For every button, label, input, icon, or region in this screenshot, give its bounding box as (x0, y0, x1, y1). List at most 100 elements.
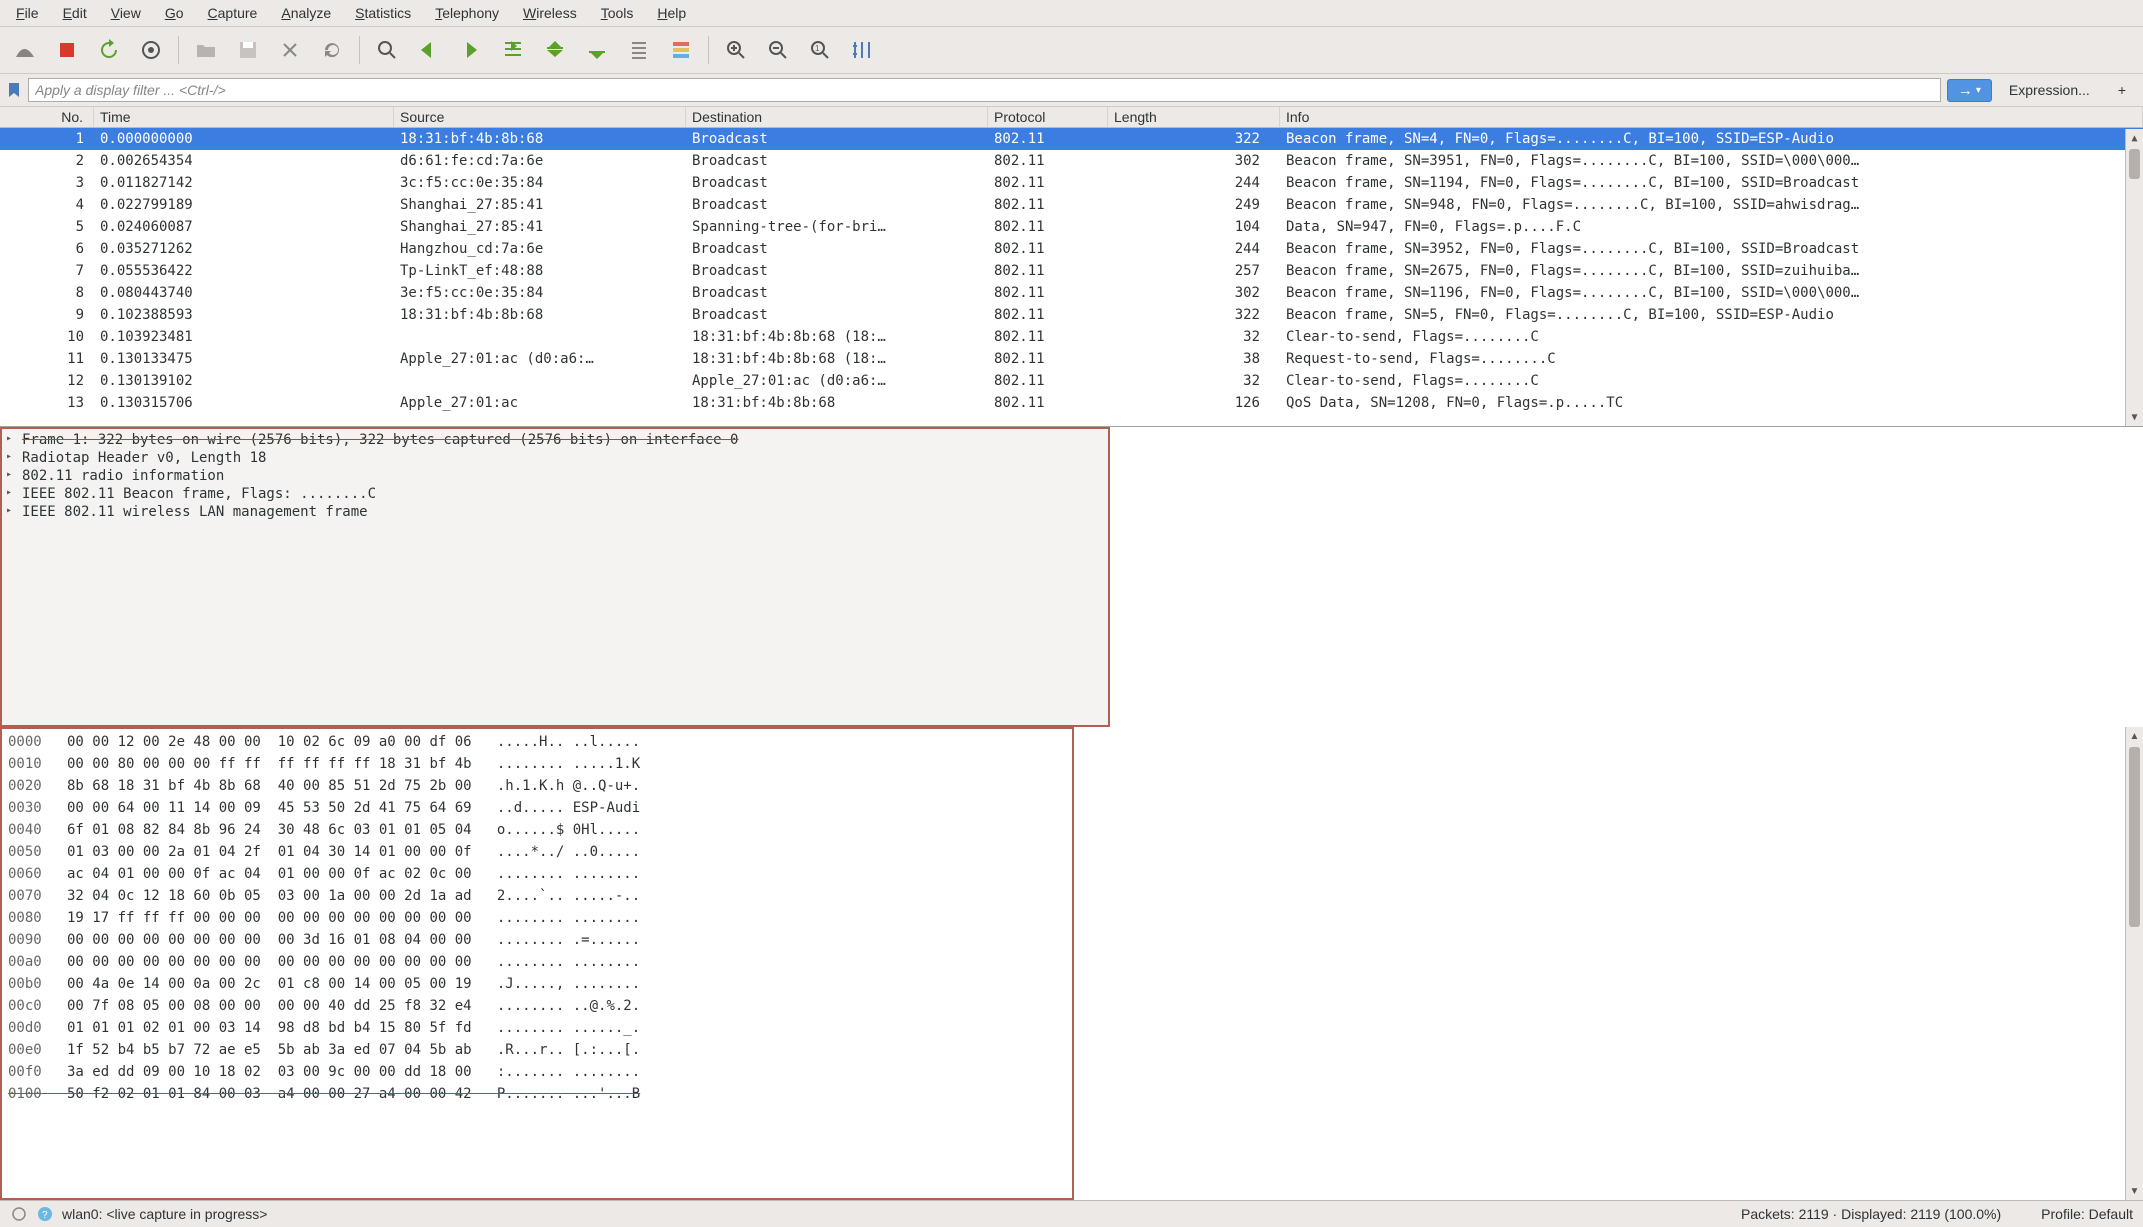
open-file-icon[interactable] (189, 33, 223, 67)
expression-button[interactable]: Expression... (1998, 78, 2101, 102)
options-icon[interactable] (134, 33, 168, 67)
packet-list-body[interactable]: 10.00000000018:31:bf:4b:8b:68Broadcast80… (0, 128, 2143, 414)
packet-details-pane[interactable]: ▸Frame 1: 322 bytes on wire (2576 bits),… (0, 427, 1110, 727)
detail-tree-item[interactable]: ▸IEEE 802.11 wireless LAN management fra… (2, 503, 1108, 521)
shark-fin-icon[interactable] (8, 33, 42, 67)
hex-scrollbar[interactable]: ▲ ▼ (2125, 727, 2143, 1200)
menu-file[interactable]: File (4, 2, 51, 24)
detail-tree-item[interactable]: ▸IEEE 802.11 Beacon frame, Flags: ......… (2, 485, 1108, 503)
hex-row[interactable]: 0010 00 00 80 00 00 00 ff ff ff ff ff ff… (8, 753, 1066, 775)
hex-row[interactable]: 00a0 00 00 00 00 00 00 00 00 00 00 00 00… (8, 951, 1066, 973)
menu-view[interactable]: View (99, 2, 153, 24)
go-forward-icon[interactable] (454, 33, 488, 67)
restart-capture-icon[interactable] (92, 33, 126, 67)
hex-row[interactable]: 0040 6f 01 08 82 84 8b 96 24 30 48 6c 03… (8, 819, 1066, 841)
reload-icon[interactable] (315, 33, 349, 67)
packet-row[interactable]: 130.130315706Apple_27:01:ac18:31:bf:4b:8… (0, 392, 2143, 414)
packet-row[interactable]: 110.130133475Apple_27:01:ac (d0:a6:…18:3… (0, 348, 2143, 370)
packet-list-scrollbar[interactable]: ▲ ▼ (2125, 129, 2143, 426)
find-icon[interactable] (370, 33, 404, 67)
cell-destination: Broadcast (686, 241, 988, 257)
add-filter-button[interactable]: + (2107, 78, 2137, 102)
caret-right-icon[interactable]: ▸ (6, 433, 12, 444)
stop-capture-icon[interactable] (50, 33, 84, 67)
hex-row[interactable]: 0000 00 00 12 00 2e 48 00 00 10 02 6c 09… (8, 731, 1066, 753)
caret-right-icon[interactable]: ▸ (6, 469, 12, 480)
menu-wireless[interactable]: Wireless (511, 2, 589, 24)
menu-analyze[interactable]: Analyze (269, 2, 343, 24)
packet-row[interactable]: 40.022799189Shanghai_27:85:41Broadcast80… (0, 194, 2143, 216)
packet-row[interactable]: 60.035271262Hangzhou_cd:7a:6eBroadcast80… (0, 238, 2143, 260)
hex-row[interactable]: 00f0 3a ed dd 09 00 10 18 02 03 00 9c 00… (8, 1061, 1066, 1083)
menu-go[interactable]: Go (153, 2, 196, 24)
colorize-icon[interactable] (664, 33, 698, 67)
detail-tree-item[interactable]: ▸802.11 radio information (2, 467, 1108, 485)
caret-right-icon[interactable]: ▸ (6, 451, 12, 462)
menu-capture[interactable]: Capture (196, 2, 270, 24)
menu-help[interactable]: Help (645, 2, 698, 24)
bookmark-filter-icon[interactable] (6, 82, 22, 98)
scroll-up-icon[interactable]: ▲ (2126, 129, 2143, 147)
hex-offset: 0030 (8, 800, 42, 816)
go-first-icon[interactable] (538, 33, 572, 67)
hex-row[interactable]: 0080 19 17 ff ff ff 00 00 00 00 00 00 00… (8, 907, 1066, 929)
menu-tools[interactable]: Tools (589, 2, 646, 24)
column-header-no[interactable]: No. (0, 107, 94, 127)
hex-row[interactable]: 0090 00 00 00 00 00 00 00 00 00 3d 16 01… (8, 929, 1066, 951)
apply-filter-button[interactable]: → ▾ (1947, 79, 1992, 102)
zoom-in-icon[interactable] (719, 33, 753, 67)
resize-columns-icon[interactable] (845, 33, 879, 67)
scroll-down-icon[interactable]: ▼ (2126, 1182, 2143, 1200)
packet-row[interactable]: 10.00000000018:31:bf:4b:8b:68Broadcast80… (0, 128, 2143, 150)
packet-row[interactable]: 50.024060087Shanghai_27:85:41Spanning-tr… (0, 216, 2143, 238)
detail-tree-item[interactable]: ▸Radiotap Header v0, Length 18 (2, 449, 1108, 467)
zoom-out-icon[interactable] (761, 33, 795, 67)
scroll-thumb[interactable] (2129, 149, 2140, 179)
packet-bytes-pane[interactable]: 0000 00 00 12 00 2e 48 00 00 10 02 6c 09… (0, 727, 1074, 1200)
auto-scroll-icon[interactable] (622, 33, 656, 67)
hex-row[interactable]: 00c0 00 7f 08 05 00 08 00 00 00 00 40 dd… (8, 995, 1066, 1017)
display-filter-input[interactable] (28, 78, 1941, 102)
go-last-icon[interactable] (580, 33, 614, 67)
hex-row[interactable]: 00e0 1f 52 b4 b5 b7 72 ae e5 5b ab 3a ed… (8, 1039, 1066, 1061)
go-back-icon[interactable] (412, 33, 446, 67)
cell-info: Clear-to-send, Flags=........C (1280, 373, 2143, 389)
hex-row[interactable]: 0070 32 04 0c 12 18 60 0b 05 03 00 1a 00… (8, 885, 1066, 907)
hex-row[interactable]: 0100 50 f2 02 01 01 84 00 03 a4 00 00 27… (8, 1083, 1066, 1105)
go-to-packet-icon[interactable] (496, 33, 530, 67)
packet-row[interactable]: 80.0804437403e:f5:cc:0e:35:84Broadcast80… (0, 282, 2143, 304)
column-header-source[interactable]: Source (394, 107, 686, 127)
cell-source: Shanghai_27:85:41 (394, 197, 686, 213)
menu-edit[interactable]: Edit (51, 2, 99, 24)
menu-statistics[interactable]: Statistics (343, 2, 423, 24)
detail-tree-item[interactable]: ▸Frame 1: 322 bytes on wire (2576 bits),… (2, 431, 1108, 449)
scroll-down-icon[interactable]: ▼ (2126, 408, 2143, 426)
caret-right-icon[interactable]: ▸ (6, 505, 12, 516)
zoom-reset-icon[interactable]: 1 (803, 33, 837, 67)
menu-telephony[interactable]: Telephony (423, 2, 511, 24)
scroll-up-icon[interactable]: ▲ (2126, 727, 2143, 745)
hex-row[interactable]: 0050 01 03 00 00 2a 01 04 2f 01 04 30 14… (8, 841, 1066, 863)
packet-row[interactable]: 20.002654354d6:61:fe:cd:7a:6eBroadcast80… (0, 150, 2143, 172)
column-header-info[interactable]: Info (1280, 107, 2143, 127)
status-profile-label[interactable]: Profile: Default (2041, 1206, 2133, 1222)
packet-row[interactable]: 120.130139102Apple_27:01:ac (d0:a6:…802.… (0, 370, 2143, 392)
packet-row[interactable]: 70.055536422Tp-LinkT_ef:48:88Broadcast80… (0, 260, 2143, 282)
column-header-destination[interactable]: Destination (686, 107, 988, 127)
packet-row[interactable]: 30.0118271423c:f5:cc:0e:35:84Broadcast80… (0, 172, 2143, 194)
hex-row[interactable]: 0060 ac 04 01 00 00 0f ac 04 01 00 00 0f… (8, 863, 1066, 885)
packet-row[interactable]: 100.10392348118:31:bf:4b:8b:68 (18:…802.… (0, 326, 2143, 348)
column-header-length[interactable]: Length (1108, 107, 1280, 127)
column-header-protocol[interactable]: Protocol (988, 107, 1108, 127)
hex-row[interactable]: 0020 8b 68 18 31 bf 4b 8b 68 40 00 85 51… (8, 775, 1066, 797)
column-header-time[interactable]: Time (94, 107, 394, 127)
caret-right-icon[interactable]: ▸ (6, 487, 12, 498)
scroll-thumb[interactable] (2129, 747, 2140, 927)
save-file-icon[interactable] (231, 33, 265, 67)
packet-row[interactable]: 90.10238859318:31:bf:4b:8b:68Broadcast80… (0, 304, 2143, 326)
expert-info-icon[interactable]: ? (36, 1205, 54, 1223)
close-file-icon[interactable] (273, 33, 307, 67)
hex-row[interactable]: 00d0 01 01 01 02 01 00 03 14 98 d8 bd b4… (8, 1017, 1066, 1039)
hex-row[interactable]: 00b0 00 4a 0e 14 00 0a 00 2c 01 c8 00 14… (8, 973, 1066, 995)
hex-row[interactable]: 0030 00 00 64 00 11 14 00 09 45 53 50 2d… (8, 797, 1066, 819)
